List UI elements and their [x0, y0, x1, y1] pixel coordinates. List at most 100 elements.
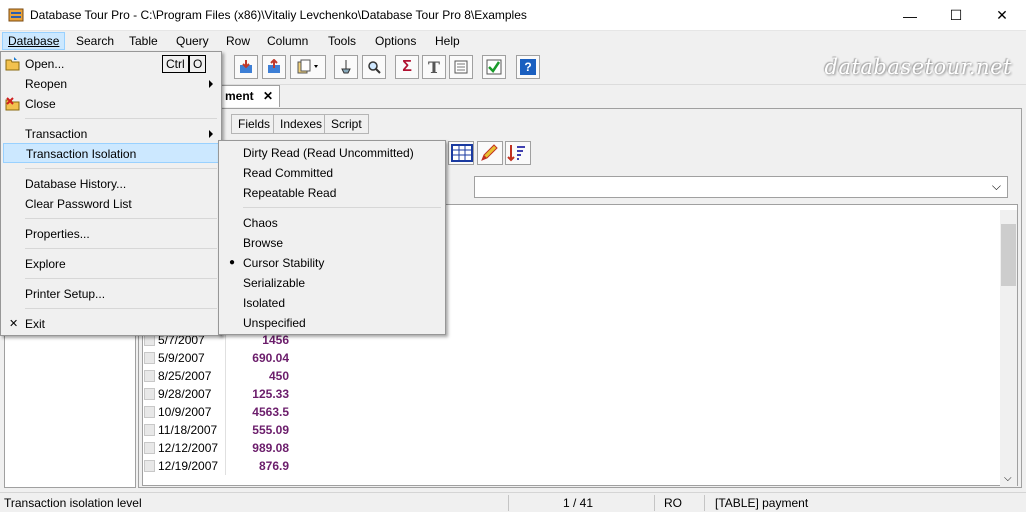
menu-read-committed[interactable]: Read Committed	[221, 163, 443, 183]
submenu-arrow-icon	[209, 80, 213, 88]
row-selector[interactable]	[144, 388, 155, 400]
status-mode: RO	[664, 496, 682, 510]
open-folder-icon	[5, 57, 20, 71]
menu-reopen[interactable]: Reopen	[3, 74, 219, 94]
help-question-icon: ?	[520, 59, 536, 75]
menu-browse-label: Browse	[243, 236, 284, 250]
menu-chaos[interactable]: Chaos	[221, 213, 443, 233]
menu-transaction-isolation[interactable]: Transaction Isolation	[3, 143, 219, 163]
cell-amount: 4563.5	[252, 405, 289, 419]
table-row[interactable]: 11/18/2007 555.09	[143, 421, 293, 439]
menu-isolated[interactable]: Isolated	[221, 293, 443, 313]
tab-close-icon[interactable]: ✕	[263, 86, 273, 106]
row-selector[interactable]	[144, 352, 155, 364]
menu-clear-password-list[interactable]: Clear Password List	[3, 194, 219, 214]
menu-cursor-stability[interactable]: ● Cursor Stability	[221, 253, 443, 273]
export-button[interactable]	[262, 55, 286, 79]
cell-amount: 125.33	[252, 387, 289, 401]
menu-search[interactable]: Search	[70, 32, 120, 50]
grid-view-button[interactable]	[448, 141, 474, 165]
menu-dirty-read[interactable]: Dirty Read (Read Uncommitted)	[221, 143, 443, 163]
report-icon	[454, 60, 468, 74]
menu-database-history[interactable]: Database History...	[3, 174, 219, 194]
row-selector[interactable]	[144, 370, 155, 382]
magnifier-icon	[368, 61, 381, 74]
cell-amount: 555.09	[252, 423, 289, 437]
tab-indexes[interactable]: Indexes	[273, 114, 330, 134]
table-row[interactable]: 5/9/2007 690.04	[143, 349, 293, 367]
close-button[interactable]: ✕	[979, 0, 1025, 31]
tab-label: ment	[225, 89, 254, 103]
menu-serializable[interactable]: Serializable	[221, 273, 443, 293]
menu-exit-label: Exit	[25, 317, 46, 331]
menu-column[interactable]: Column	[261, 32, 314, 50]
menu-close[interactable]: Close	[3, 94, 219, 114]
scroll-down-icon[interactable]: ⌵	[1004, 473, 1012, 484]
menu-options-label: Options	[375, 34, 417, 48]
menu-browse[interactable]: Browse	[221, 233, 443, 253]
menu-unspecified[interactable]: Unspecified	[221, 313, 443, 333]
text-button[interactable]: T	[422, 55, 446, 79]
menu-database[interactable]: Database	[2, 32, 66, 50]
menu-database-label: Database	[8, 34, 60, 48]
chevron-down-icon: ⌵	[991, 179, 1001, 193]
copy-dropdown-button[interactable]	[290, 55, 326, 79]
menu-database-history-label: Database History...	[25, 177, 127, 191]
import-button[interactable]	[234, 55, 258, 79]
cell-amount: 450	[268, 369, 289, 383]
table-row[interactable]: 12/12/2007 989.08	[143, 439, 293, 457]
import-icon	[240, 60, 252, 73]
menu-transaction-isolation-label: Transaction Isolation	[26, 147, 137, 161]
table-row[interactable]: 9/28/2007 125.33	[143, 385, 293, 403]
status-object: [TABLE] payment	[715, 496, 809, 510]
row-selector[interactable]	[144, 460, 155, 472]
minimize-button[interactable]: —	[887, 0, 933, 31]
sort-button[interactable]	[505, 141, 531, 165]
cell-date: 8/25/2007	[158, 369, 212, 383]
row-selector[interactable]	[144, 406, 155, 418]
menu-explore[interactable]: Explore	[3, 254, 219, 274]
menu-transaction-label: Transaction	[25, 127, 88, 141]
checkmark-icon	[486, 59, 502, 75]
menu-options[interactable]: Options	[369, 32, 422, 50]
row-selector[interactable]	[144, 424, 155, 436]
menu-help[interactable]: Help	[429, 32, 466, 50]
menu-exit[interactable]: ✕ Exit	[3, 314, 219, 334]
app-icon	[8, 8, 24, 22]
menu-query[interactable]: Query	[170, 32, 215, 50]
table-row[interactable]: 8/25/2007 450	[143, 367, 293, 385]
menu-printer-setup[interactable]: Printer Setup...	[3, 284, 219, 304]
filter-button[interactable]	[334, 55, 358, 79]
menu-repeatable-read[interactable]: Repeatable Read	[221, 183, 443, 203]
help-button[interactable]: ?	[516, 55, 540, 79]
table-row[interactable]: 10/9/2007 4563.5	[143, 403, 293, 421]
find-button[interactable]	[362, 55, 386, 79]
menu-open[interactable]: Open... Ctrl O	[3, 54, 219, 74]
report-button[interactable]	[449, 55, 473, 79]
menu-properties[interactable]: Properties...	[3, 224, 219, 244]
title-bar: Database Tour Pro - C:\Program Files (x8…	[0, 0, 1026, 31]
tab-fields[interactable]: Fields	[231, 114, 278, 134]
menu-table[interactable]: Table	[123, 32, 164, 50]
menu-properties-label: Properties...	[25, 227, 90, 241]
window-title: Database Tour Pro - C:\Program Files (x8…	[30, 8, 527, 22]
menu-transaction[interactable]: Transaction	[3, 124, 219, 144]
filter-combo[interactable]: ⌵	[474, 176, 1008, 198]
tab-script[interactable]: Script	[324, 114, 369, 134]
table-row[interactable]: 12/19/2007 876.9	[143, 457, 293, 475]
edit-button[interactable]	[477, 141, 503, 165]
scrollbar-thumb[interactable]	[1001, 224, 1016, 286]
commit-button[interactable]	[482, 55, 506, 79]
vertical-scrollbar[interactable]: ⌵	[1000, 210, 1017, 486]
maximize-button[interactable]: ☐	[933, 0, 979, 31]
sigma-icon: Σ	[402, 58, 412, 75]
sort-icon	[507, 145, 525, 162]
menu-tools[interactable]: Tools	[322, 32, 362, 50]
tab-indexes-label: Indexes	[280, 117, 323, 131]
sum-button[interactable]: Σ	[395, 55, 419, 79]
menu-column-label: Column	[267, 34, 309, 48]
row-selector[interactable]	[144, 442, 155, 454]
menu-row-label: Row	[226, 34, 251, 48]
menu-serializable-label: Serializable	[243, 276, 306, 290]
menu-row[interactable]: Row	[220, 32, 256, 50]
